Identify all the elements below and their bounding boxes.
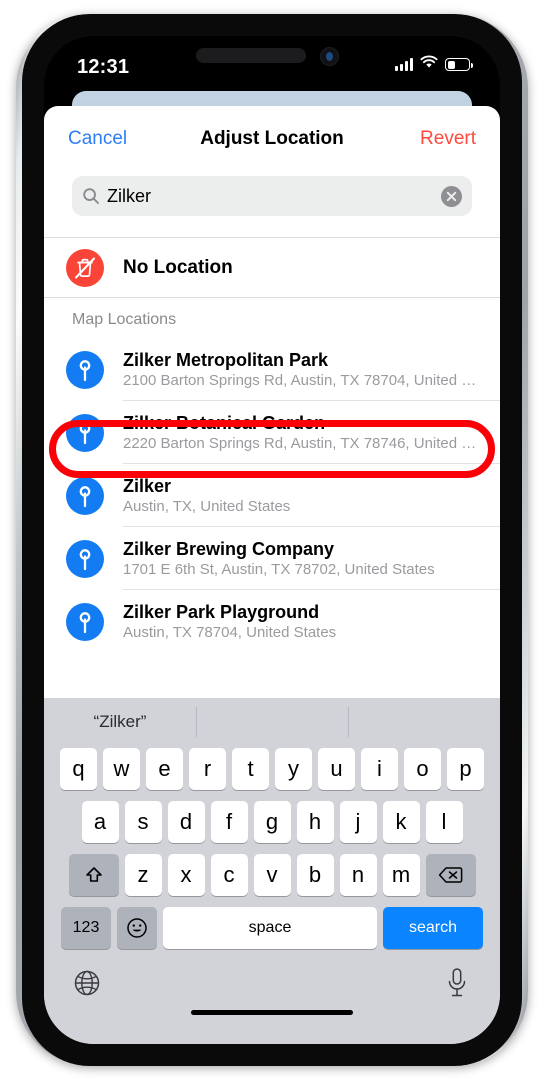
key-w[interactable]: w (103, 748, 140, 790)
keyboard-row-4: 123 space search (44, 907, 500, 949)
list-item-text: Zilker Brewing Company 1701 E 6th St, Au… (123, 538, 435, 579)
shift-up-arrow-icon[interactable] (68, 854, 119, 896)
sheet-nav-bar: Cancel Adjust Location Revert (44, 106, 500, 168)
list-item-title: Zilker (123, 476, 172, 496)
key-r[interactable]: r (189, 748, 226, 790)
revert-button[interactable]: Revert (420, 128, 476, 150)
list-item-text: Zilker Austin, TX, United States (123, 475, 290, 516)
list-item-title: Zilker Park Playground (123, 602, 320, 622)
location-results-list: Zilker Metropolitan Park 2100 Barton Spr… (44, 338, 500, 653)
list-item[interactable]: Zilker Park Playground Austin, TX 78704,… (44, 590, 500, 653)
search-input[interactable]: Zilker (107, 186, 151, 207)
section-header-map-locations: Map Locations (72, 311, 177, 328)
status-bar: 12:31 (44, 36, 500, 98)
adjust-location-sheet: Cancel Adjust Location Revert Zilker No … (44, 106, 500, 1044)
key-s[interactable]: s (124, 801, 162, 843)
key-g[interactable]: g (253, 801, 291, 843)
cellular-signal-icon (395, 58, 413, 71)
list-item[interactable]: Zilker Austin, TX, United States (44, 464, 500, 527)
clear-icon[interactable] (441, 186, 462, 207)
list-item-title: Zilker Botanical Garden (123, 413, 326, 433)
numbers-key[interactable]: 123 (61, 907, 111, 949)
key-v[interactable]: v (253, 854, 291, 896)
list-item-text: Zilker Park Playground Austin, TX 78704,… (123, 601, 336, 642)
prediction-candidate-2[interactable] (348, 698, 500, 746)
list-item-text: Zilker Botanical Garden 2220 Barton Spri… (123, 412, 478, 453)
list-item-subtitle: 2100 Barton Springs Rd, Austin, TX 78704… (123, 372, 478, 389)
key-q[interactable]: q (60, 748, 97, 790)
divider (44, 297, 500, 298)
list-item-title: Zilker Brewing Company (123, 539, 335, 559)
search-field[interactable]: Zilker (72, 176, 472, 216)
dynamic-island (196, 48, 306, 63)
list-item-text: Zilker Metropolitan Park 2100 Barton Spr… (123, 349, 478, 390)
keyboard-bottom-bar (44, 960, 500, 1024)
keyboard-row-2: a s d f g h j k l (44, 801, 500, 843)
no-location-trash-icon (66, 249, 104, 287)
list-item[interactable]: Zilker Brewing Company 1701 E 6th St, Au… (44, 527, 500, 590)
search-icon (82, 187, 100, 205)
key-f[interactable]: f (210, 801, 248, 843)
on-screen-keyboard: “Zilker” q w e r t y u i o p a s d f g h… (44, 698, 500, 1044)
key-t[interactable]: t (232, 748, 269, 790)
status-icons (395, 55, 473, 74)
key-x[interactable]: x (167, 854, 205, 896)
key-j[interactable]: j (339, 801, 377, 843)
key-a[interactable]: a (81, 801, 119, 843)
list-item-subtitle: 2220 Barton Springs Rd, Austin, TX 78746… (123, 435, 478, 452)
key-i[interactable]: i (361, 748, 398, 790)
home-indicator[interactable] (191, 1010, 353, 1015)
space-key[interactable]: space (163, 907, 377, 949)
map-pin-icon (66, 539, 104, 578)
phone-screen: 12:31 Cancel Adjust Location Revert Zilk… (44, 36, 500, 1044)
no-location-label: No Location (123, 257, 233, 278)
key-z[interactable]: z (124, 854, 162, 896)
key-u[interactable]: u (318, 748, 355, 790)
key-y[interactable]: y (275, 748, 312, 790)
key-m[interactable]: m (382, 854, 420, 896)
microphone-dictation-icon[interactable] (444, 966, 470, 1000)
list-item-title: Zilker Metropolitan Park (123, 350, 329, 370)
list-item[interactable]: Zilker Metropolitan Park 2100 Barton Spr… (44, 338, 500, 401)
key-c[interactable]: c (210, 854, 248, 896)
status-time: 12:31 (77, 56, 130, 78)
key-e[interactable]: e (146, 748, 183, 790)
backspace-delete-icon[interactable] (425, 854, 476, 896)
key-h[interactable]: h (296, 801, 334, 843)
map-pin-icon (66, 350, 104, 389)
key-d[interactable]: d (167, 801, 205, 843)
front-camera-icon (320, 47, 339, 66)
key-n[interactable]: n (339, 854, 377, 896)
search-bar[interactable]: Zilker (72, 176, 472, 216)
map-pin-icon (66, 413, 104, 452)
prediction-candidate-0[interactable]: “Zilker” (44, 698, 196, 746)
list-item-subtitle: 1701 E 6th St, Austin, TX 78702, United … (123, 561, 435, 578)
emoji-smiley-icon[interactable] (117, 907, 157, 949)
wifi-icon (420, 55, 438, 74)
no-location-row[interactable]: No Location (44, 238, 500, 298)
keyboard-row-3: z x c v b n m (44, 854, 500, 896)
map-pin-icon (66, 476, 104, 515)
list-item[interactable]: Zilker Botanical Garden 2220 Barton Spri… (44, 401, 500, 464)
list-item-subtitle: Austin, TX, United States (123, 498, 291, 515)
list-item-subtitle: Austin, TX 78704, United States (123, 624, 337, 641)
predictive-text-bar: “Zilker” (44, 698, 500, 746)
prediction-candidate-1[interactable] (196, 698, 348, 746)
key-l[interactable]: l (425, 801, 463, 843)
key-b[interactable]: b (296, 854, 334, 896)
key-k[interactable]: k (382, 801, 420, 843)
keyboard-row-1: q w e r t y u i o p (44, 746, 500, 790)
battery-icon (445, 58, 473, 71)
map-pin-icon (66, 602, 104, 641)
search-key[interactable]: search (383, 907, 483, 949)
globe-language-icon[interactable] (72, 968, 102, 998)
key-p[interactable]: p (447, 748, 484, 790)
key-o[interactable]: o (404, 748, 441, 790)
